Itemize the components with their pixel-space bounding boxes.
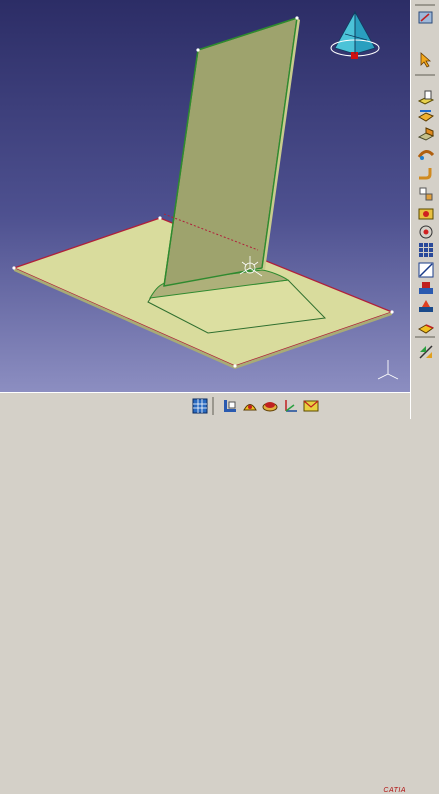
corner-relief-icon[interactable]	[416, 318, 436, 338]
stamp-icon[interactable]	[416, 278, 436, 298]
select-arrow-icon[interactable]	[416, 50, 436, 70]
bottom-toolbar: CATIA	[0, 392, 410, 794]
compass-icon[interactable]	[330, 10, 380, 59]
axis-triad-icon	[377, 360, 399, 380]
swept-wall-icon[interactable]	[416, 144, 436, 164]
material-icon[interactable]	[220, 396, 240, 416]
toolbar-grip[interactable]	[415, 4, 435, 6]
catalog-icon[interactable]	[301, 396, 321, 416]
toolbar-separator	[415, 336, 435, 338]
wall-icon[interactable]	[416, 88, 436, 108]
3d-part-scene[interactable]	[0, 0, 410, 392]
sketch-icon[interactable]	[416, 260, 436, 280]
3d-viewport[interactable]	[0, 0, 410, 392]
measure-icon[interactable]	[260, 396, 280, 416]
unfold-icon[interactable]	[416, 184, 436, 204]
extrusion-icon[interactable]	[416, 124, 436, 144]
bend-icon[interactable]	[416, 164, 436, 184]
toolbar-separator	[212, 397, 214, 415]
rectangular-pattern-icon[interactable]	[416, 240, 436, 260]
snap-grid-icon[interactable]	[190, 396, 210, 416]
hole-icon[interactable]	[416, 222, 436, 242]
transformation-icon[interactable]	[416, 342, 436, 362]
wall-on-edge-icon[interactable]	[416, 106, 436, 126]
toolbar-separator	[415, 74, 435, 76]
cutout-icon[interactable]	[416, 204, 436, 224]
knowledge-icon[interactable]	[240, 396, 260, 416]
user-stamp-icon[interactable]	[416, 296, 436, 316]
sheet-metal-parameters-icon[interactable]	[416, 8, 436, 28]
right-toolbar	[410, 0, 439, 419]
catia-logo: CATIA	[383, 787, 406, 794]
axis-system-icon[interactable]	[281, 396, 301, 416]
